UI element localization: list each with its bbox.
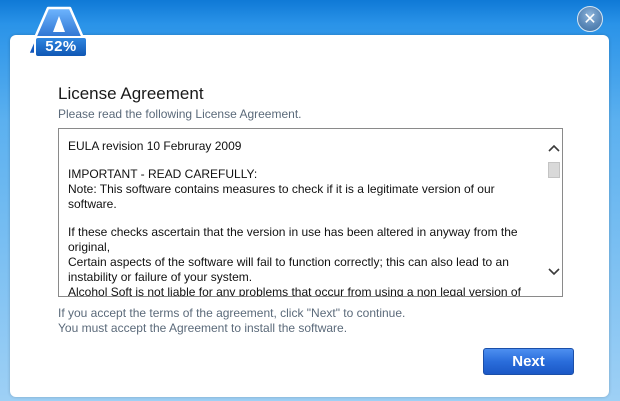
close-icon: ✕ (583, 9, 597, 28)
eula-text-area[interactable]: EULA revision 10 Februray 2009 IMPORTANT… (58, 128, 563, 297)
page-subtitle: Please read the following License Agreem… (58, 107, 302, 121)
next-button[interactable]: Next (483, 348, 574, 375)
progress-badge: 52% (34, 36, 88, 58)
accept-notice-line2: You must accept the Agreement to install… (58, 321, 348, 335)
eula-revision: EULA revision 10 Februray 2009 (68, 139, 242, 153)
eula-checks-line2: Certain aspects of the software will fai… (68, 255, 509, 284)
eula-content: EULA revision 10 Februray 2009 IMPORTANT… (68, 139, 540, 297)
eula-checks-line1: If these checks ascertain that the versi… (68, 225, 518, 254)
close-button[interactable]: ✕ (577, 6, 603, 32)
accept-notice-line1: If you accept the terms of the agreement… (58, 306, 406, 320)
alcohol-logo: 52% (26, 6, 92, 68)
scrollbar-thumb[interactable] (548, 162, 560, 178)
accept-notice: If you accept the terms of the agreement… (58, 306, 405, 336)
eula-important-heading: IMPORTANT - READ CAREFULLY: (68, 167, 258, 181)
scroll-down-button[interactable] (546, 267, 562, 281)
scroll-up-button[interactable] (546, 143, 562, 157)
chevron-up-icon (548, 144, 560, 152)
eula-note: Note: This software contains measures to… (68, 182, 495, 211)
eula-checks-line3: Alcohol Soft is not liable for any probl… (68, 285, 521, 297)
page-title: License Agreement (58, 84, 204, 103)
chevron-down-icon (548, 268, 560, 276)
